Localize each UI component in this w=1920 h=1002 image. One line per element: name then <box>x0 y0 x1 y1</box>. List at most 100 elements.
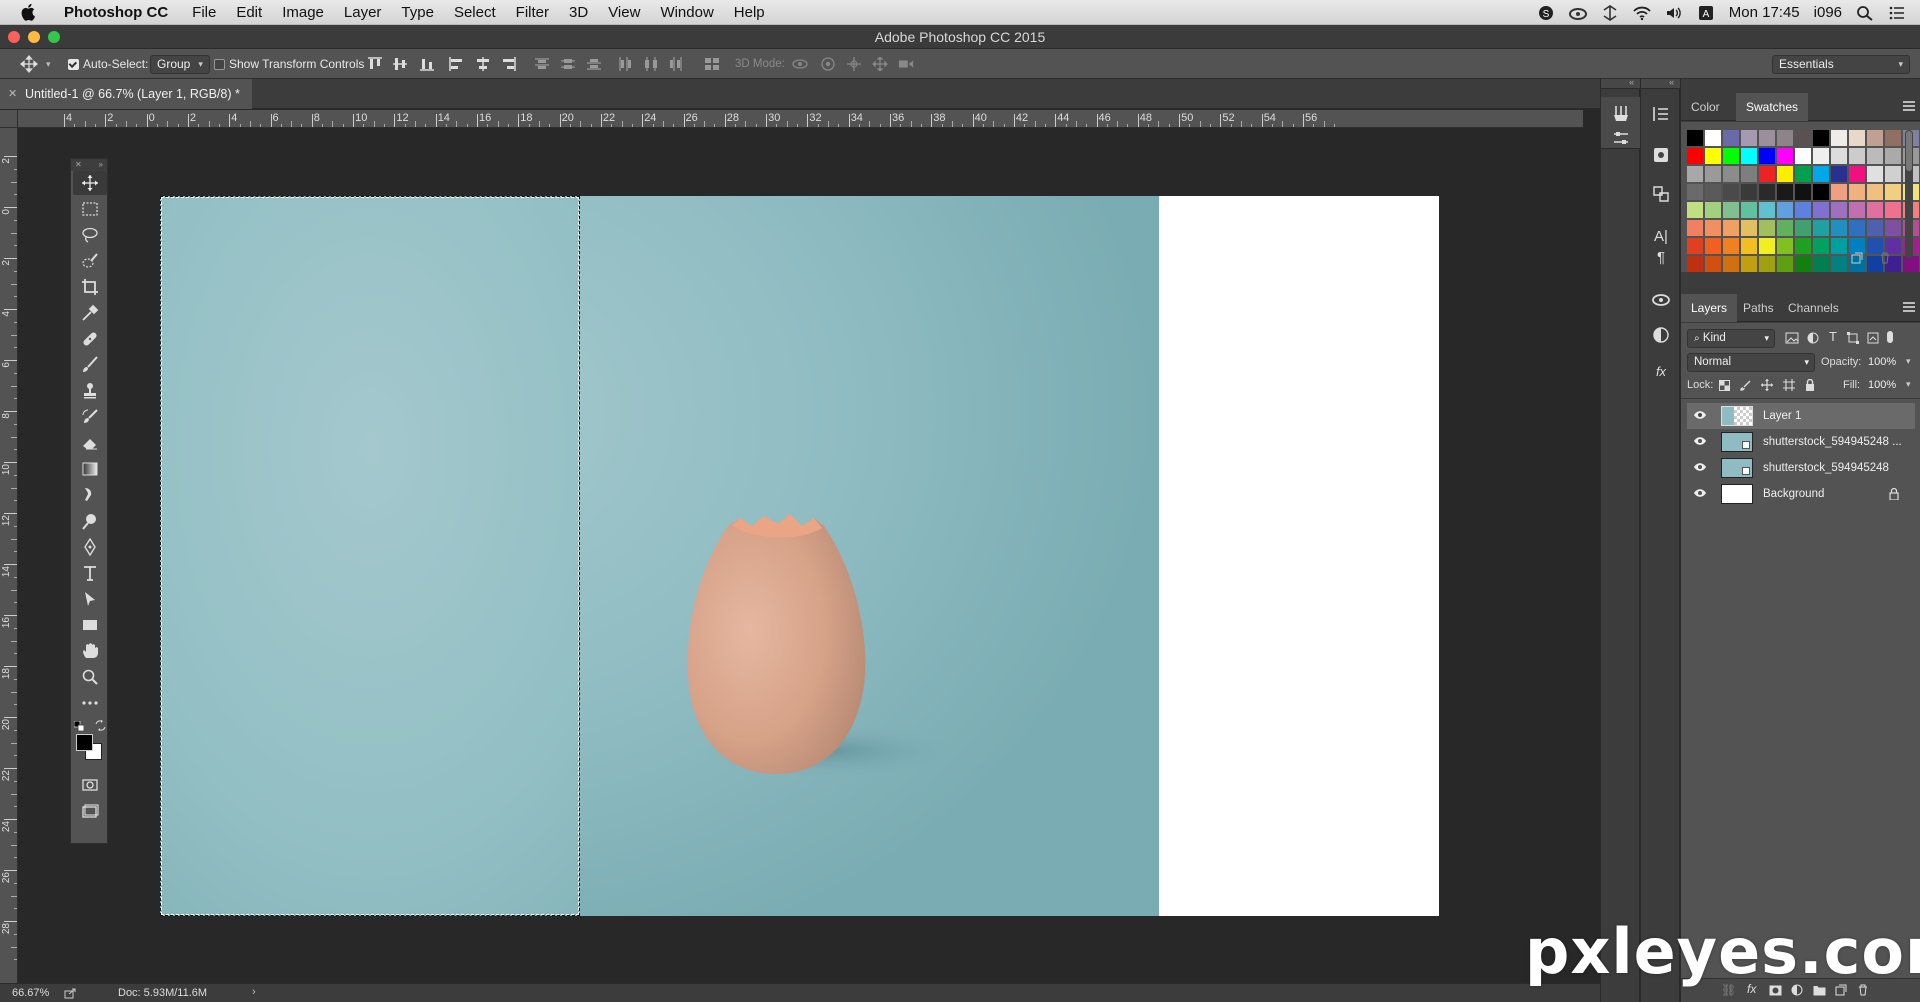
transform-controls-check[interactable] <box>214 58 225 70</box>
swatch[interactable] <box>1795 166 1811 182</box>
ruler-origin[interactable] <box>0 110 18 128</box>
delete-swatch-icon[interactable] <box>1879 252 1891 264</box>
swatches-scrollbar[interactable] <box>1905 130 1913 258</box>
swatch[interactable] <box>1831 220 1847 236</box>
tool-zoom[interactable] <box>80 667 100 687</box>
tool-dodge[interactable] <box>80 511 100 531</box>
auto-select-dropdown[interactable]: Group ▾ <box>150 54 210 74</box>
blend-mode-dropdown[interactable]: Normal ▾ <box>1687 353 1815 372</box>
screen-mode-button[interactable] <box>80 801 100 821</box>
tab-paths[interactable]: Paths <box>1733 294 1784 322</box>
layer-name[interactable]: shutterstock_594945248 <box>1763 455 1889 481</box>
quick-mask-button[interactable] <box>80 775 100 795</box>
tool-path-selection[interactable] <box>80 589 100 609</box>
align-top-edges-icon[interactable] <box>367 57 383 71</box>
filter-adjustment-icon[interactable] <box>1807 332 1819 344</box>
swatch[interactable] <box>1705 238 1721 254</box>
swatch[interactable] <box>1777 202 1793 218</box>
tool-lasso[interactable] <box>80 225 100 245</box>
filter-type-icon[interactable]: T <box>1829 329 1837 344</box>
swatch[interactable] <box>1705 130 1721 146</box>
swatch[interactable] <box>1723 238 1739 254</box>
chevron-down-icon[interactable]: ▾ <box>1906 356 1911 367</box>
swatch[interactable] <box>1723 256 1739 272</box>
swatch[interactable] <box>1849 220 1865 236</box>
swatch[interactable] <box>1723 166 1739 182</box>
volume-icon[interactable] <box>1665 5 1683 21</box>
tool-clone-stamp[interactable] <box>80 381 100 401</box>
tab-color[interactable]: Color <box>1681 93 1730 121</box>
3d-orbit-icon[interactable] <box>792 57 808 71</box>
layer-name[interactable]: Background <box>1763 481 1824 507</box>
tool-healing-brush[interactable] <box>80 329 100 349</box>
swatch[interactable] <box>1795 130 1811 146</box>
align-horizontal-centers-icon[interactable] <box>475 57 491 71</box>
layer-name[interactable]: shutterstock_594945248 ... <box>1763 429 1902 455</box>
filter-toggle-switch[interactable] <box>1887 331 1893 343</box>
tool-move-selected[interactable] <box>73 171 107 195</box>
swatch[interactable] <box>1777 238 1793 254</box>
tab-channels[interactable]: Channels <box>1778 294 1849 322</box>
tool-eraser[interactable] <box>80 433 100 453</box>
swatch[interactable] <box>1723 148 1739 164</box>
menu-type[interactable]: Type <box>391 0 444 25</box>
swatch[interactable] <box>1867 184 1883 200</box>
swatch[interactable] <box>1867 130 1883 146</box>
swatch[interactable] <box>1759 256 1775 272</box>
menu-select[interactable]: Select <box>444 0 506 25</box>
swatch[interactable] <box>1705 202 1721 218</box>
swatch[interactable] <box>1885 184 1901 200</box>
marquee-selection[interactable] <box>160 196 580 916</box>
wifi-icon[interactable] <box>1633 5 1651 21</box>
align-left-edges-icon[interactable] <box>449 57 465 71</box>
auto-select-checkbox[interactable]: Auto-Select: <box>68 49 148 79</box>
brush-settings-button[interactable] <box>1611 128 1631 148</box>
layer-row-background[interactable]: Background <box>1687 481 1915 507</box>
swatch[interactable] <box>1705 220 1721 236</box>
swatch[interactable] <box>1687 220 1703 236</box>
swatch[interactable] <box>1867 148 1883 164</box>
brush-presets-button[interactable] <box>1611 104 1631 124</box>
default-colors-icon[interactable] <box>74 721 84 731</box>
sync-icon[interactable] <box>1601 4 1619 21</box>
ruler-horizontal[interactable]: 4 2 0 2 4 6 8 10 12 14 16 18 20 22 24 26 28 30 32 34 36 38 40 4… <box>18 110 1583 128</box>
layer-name[interactable]: Layer 1 <box>1763 403 1801 429</box>
collapse-icon[interactable]: » <box>99 159 103 171</box>
tool-pen[interactable] <box>80 537 100 557</box>
tab-layers[interactable]: Layers <box>1681 294 1738 322</box>
swatch[interactable] <box>1777 166 1793 182</box>
swatch[interactable] <box>1849 148 1865 164</box>
notification-center-icon[interactable] <box>1888 5 1906 21</box>
tool-eyedropper[interactable] <box>80 303 100 323</box>
libraries-panel-button[interactable] <box>1651 289 1671 309</box>
swatch[interactable] <box>1885 166 1901 182</box>
swatch[interactable] <box>1831 202 1847 218</box>
swatch[interactable] <box>1849 184 1865 200</box>
collapse-icon[interactable]: « <box>1629 77 1634 87</box>
3d-pan-icon[interactable] <box>846 57 862 71</box>
swatch[interactable] <box>1741 238 1757 254</box>
swatch-grid[interactable] <box>1687 130 1920 272</box>
swatch[interactable] <box>1723 130 1739 146</box>
swatch[interactable] <box>1813 202 1829 218</box>
tool-rectangle[interactable] <box>80 615 100 635</box>
swatch[interactable] <box>1813 130 1829 146</box>
swatch[interactable] <box>1705 256 1721 272</box>
swatch[interactable] <box>1885 130 1901 146</box>
swatch[interactable] <box>1795 220 1811 236</box>
swatch[interactable] <box>1867 166 1883 182</box>
swatch[interactable] <box>1741 148 1757 164</box>
menu-filter[interactable]: Filter <box>506 0 559 25</box>
distribute-right-edges-icon[interactable] <box>668 57 684 71</box>
swatch[interactable] <box>1705 184 1721 200</box>
swatch[interactable] <box>1687 184 1703 200</box>
swatch[interactable] <box>1813 166 1829 182</box>
layer-row-layer-1[interactable]: Layer 1 <box>1687 403 1915 429</box>
swatch[interactable] <box>1813 238 1829 254</box>
tool-preset-picker[interactable]: ▾ <box>20 49 51 79</box>
swatch[interactable] <box>1831 238 1847 254</box>
menu-layer[interactable]: Layer <box>334 0 392 25</box>
swatch[interactable] <box>1687 256 1703 272</box>
align-bottom-edges-icon[interactable] <box>419 57 435 71</box>
tool-type[interactable] <box>80 563 100 583</box>
